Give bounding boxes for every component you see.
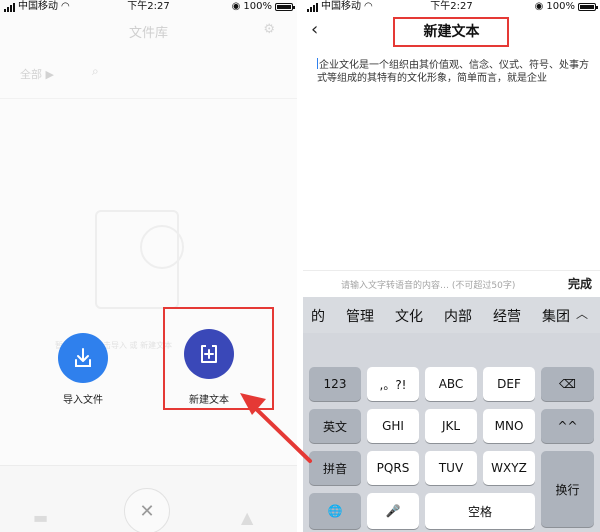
keyboard: 的 管理 文化 内部 经营 集团 ︿ 123 ,。?! ABC DEF ⌫ 英文… xyxy=(303,297,600,532)
key-space[interactable]: 空格 xyxy=(425,493,535,529)
divider xyxy=(0,98,297,99)
status-bar: 中国移动 ◠ 下午2:27 ◉ 100% xyxy=(303,0,600,14)
empty-gear-icon xyxy=(140,225,184,269)
search-icon[interactable]: ⌕ xyxy=(92,64,99,79)
import-file-button[interactable] xyxy=(58,333,108,383)
new-text-screen: 中国移动 ◠ 下午2:27 ◉ 100% ‹ 新建文本 企业文化是一个组织由其价… xyxy=(303,0,600,532)
key-123[interactable]: 123 xyxy=(309,367,361,401)
filter-tab[interactable]: 全部 ▶ xyxy=(20,66,54,82)
arrow-icon xyxy=(240,393,312,463)
text-editor[interactable]: 企业文化是一个组织由其价值观、信念、仪式、符号、处事方式等组成的其特有的文化形象… xyxy=(317,58,597,85)
key-tuv[interactable]: TUV xyxy=(425,451,477,485)
backspace-icon[interactable]: ⌫ xyxy=(541,367,594,401)
key-jkl[interactable]: JKL xyxy=(425,409,477,443)
close-menu-button[interactable]: ✕ xyxy=(124,488,170,532)
tts-input-bar: 请输入文字转语音的内容… (不可超过50字) 完成 xyxy=(303,270,600,297)
candidate-bar: 的 管理 文化 内部 经营 集团 ︿ xyxy=(303,297,600,333)
key-emoticon[interactable]: ^^ xyxy=(541,409,594,443)
candidate[interactable]: 的 xyxy=(311,306,325,326)
text-caret xyxy=(317,58,318,69)
key-punct[interactable]: ,。?! xyxy=(367,367,419,401)
key-pqrs[interactable]: PQRS xyxy=(367,451,419,485)
key-def[interactable]: DEF xyxy=(483,367,535,401)
candidate[interactable]: 经营 xyxy=(493,306,521,326)
candidate[interactable]: 管理 xyxy=(346,306,374,326)
highlight-box xyxy=(393,17,509,47)
close-icon: ✕ xyxy=(139,500,155,522)
key-ghi[interactable]: GHI xyxy=(367,409,419,443)
import-file-label: 导入文件 xyxy=(63,395,103,406)
tts-input[interactable]: 请输入文字转语音的内容… (不可超过50字) xyxy=(341,278,515,291)
status-right: ◉ 100% xyxy=(231,0,295,14)
microphone-icon[interactable]: 🎤 xyxy=(367,493,419,529)
key-newline[interactable]: 换行 xyxy=(541,451,594,527)
key-mno[interactable]: MNO xyxy=(483,409,535,443)
candidate[interactable]: 内部 xyxy=(444,306,472,326)
orientation-lock-icon: ◉ xyxy=(534,1,544,12)
key-english[interactable]: 英文 xyxy=(309,409,361,443)
page-title: 文件库 xyxy=(128,26,168,41)
status-right: ◉ 100% xyxy=(534,0,598,14)
key-abc[interactable]: ABC xyxy=(425,367,477,401)
key-pinyin[interactable]: 拼音 xyxy=(309,451,361,485)
chevron-up-icon[interactable]: ︿ xyxy=(576,305,588,322)
download-icon xyxy=(75,348,91,367)
orientation-lock-icon: ◉ xyxy=(231,1,241,12)
status-bar: 中国移动 ◠ 下午2:27 ◉ 100% xyxy=(0,0,297,14)
user-icon[interactable]: ▲ xyxy=(241,508,253,527)
editor-content: 企业文化是一个组织由其价值观、信念、仪式、符号、处事方式等组成的其特有的文化形象… xyxy=(317,60,589,84)
battery-icon xyxy=(275,3,295,11)
globe-icon[interactable]: 🌐 xyxy=(309,493,361,529)
battery-icon xyxy=(578,3,598,11)
candidate[interactable]: 文化 xyxy=(395,306,423,326)
key-wxyz[interactable]: WXYZ xyxy=(483,451,535,485)
done-button[interactable]: 完成 xyxy=(568,275,592,292)
folder-icon[interactable]: ▬ xyxy=(33,508,48,527)
gear-icon[interactable]: ⚙ xyxy=(263,22,275,37)
candidate[interactable]: 集团 xyxy=(542,306,570,326)
